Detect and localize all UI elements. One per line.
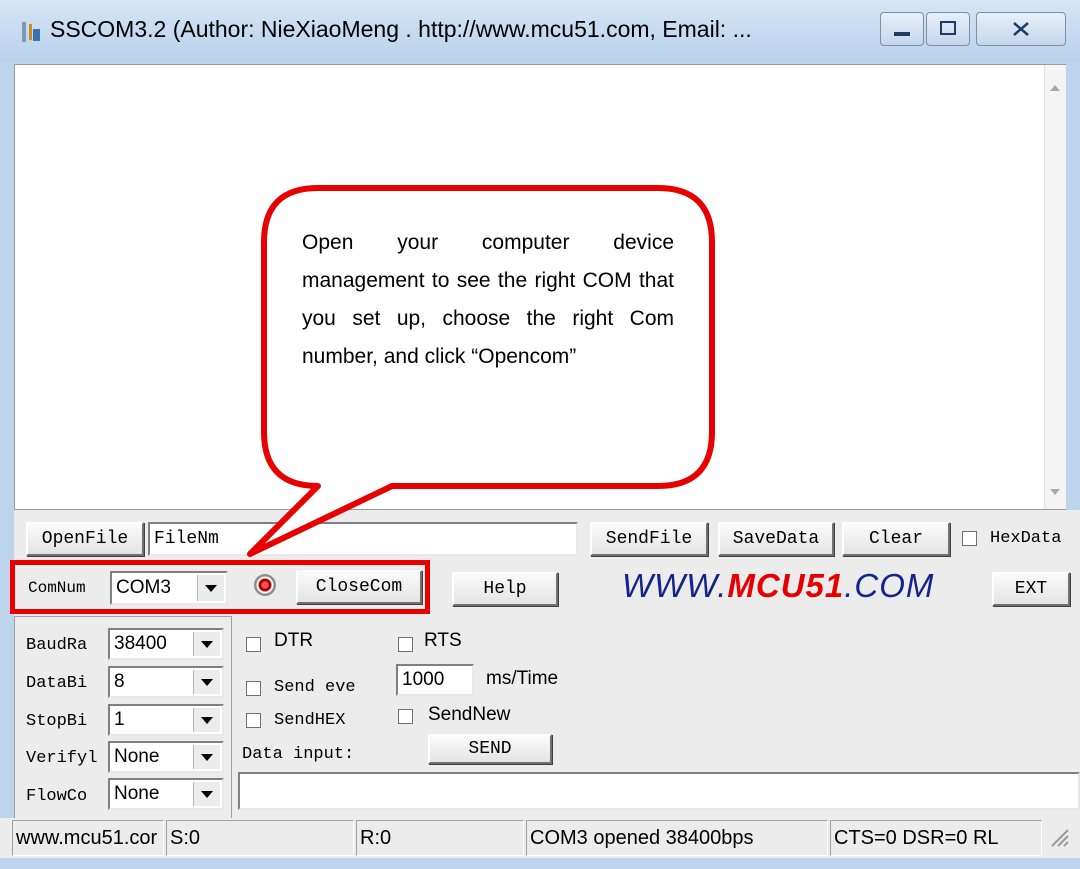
callout-bubble: [247, 185, 715, 557]
callout-text: Open your computer device management to …: [302, 231, 674, 368]
